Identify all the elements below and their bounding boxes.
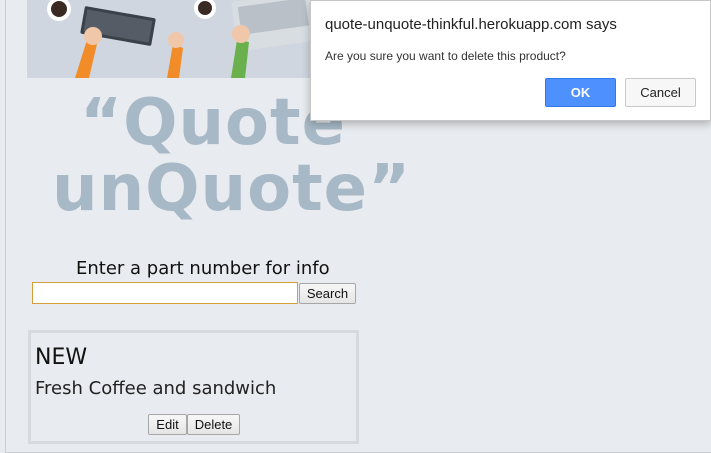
hero-illustration: [27, 0, 313, 78]
quote-unquote-logo: “Quote unQuote”: [45, 86, 410, 236]
search-prompt: Enter a part number for info: [76, 258, 330, 279]
ok-button[interactable]: OK: [545, 78, 616, 107]
part-number-input[interactable]: [32, 282, 298, 304]
desk-illustration: [27, 0, 313, 78]
cancel-button[interactable]: Cancel: [625, 78, 696, 107]
delete-button[interactable]: Delete: [187, 414, 240, 435]
search-button[interactable]: Search: [299, 283, 356, 304]
product-title: NEW: [35, 345, 88, 370]
product-description: Fresh Coffee and sandwich: [35, 378, 277, 399]
logo-line-2: unQuote”: [52, 152, 412, 226]
logo-line-1: “Quote: [80, 86, 346, 160]
edit-button[interactable]: Edit: [148, 414, 187, 435]
confirm-dialog: quote-unquote-thinkful.herokuapp.com say…: [310, 0, 711, 121]
left-border: [5, 0, 6, 453]
dialog-message: Are you sure you want to delete this pro…: [325, 49, 566, 63]
product-card: NEW Fresh Coffee and sandwich Edit Delet…: [28, 330, 359, 444]
dialog-title: quote-unquote-thinkful.herokuapp.com say…: [325, 16, 617, 33]
